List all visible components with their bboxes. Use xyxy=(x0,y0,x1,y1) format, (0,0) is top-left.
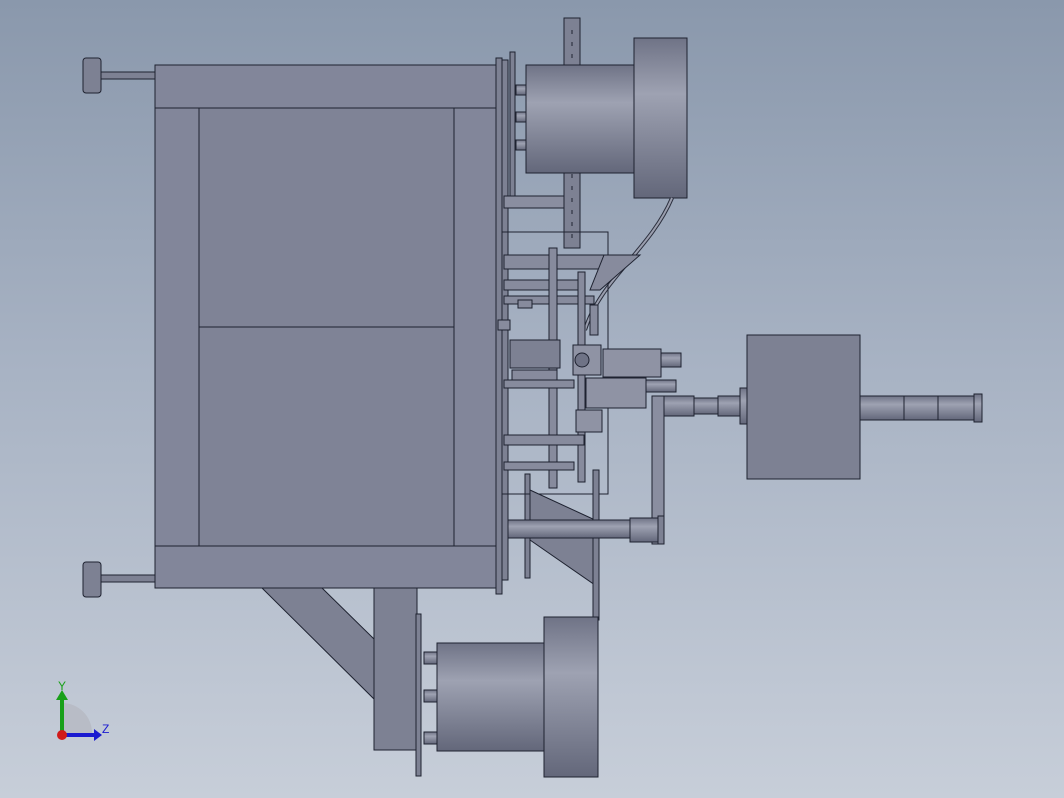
cad-viewport[interactable]: Y Z xyxy=(0,0,1064,798)
gearbox-housing xyxy=(746,334,861,480)
leveling-foot-bottom xyxy=(82,561,157,598)
output-shaft xyxy=(651,387,749,545)
upper-motor xyxy=(515,37,688,199)
y-axis-label: Y xyxy=(58,679,66,693)
drive-shaft xyxy=(859,393,983,423)
support-bracket xyxy=(260,587,422,777)
z-axis-label: Z xyxy=(102,722,109,736)
funnel-hopper xyxy=(507,469,665,621)
leveling-foot-top xyxy=(82,57,157,94)
x-axis-dot xyxy=(57,730,67,740)
gripper-block xyxy=(572,344,682,433)
z-axis-arrowhead xyxy=(94,729,102,741)
axis-triad: Y Z xyxy=(56,679,109,741)
main-cabinet xyxy=(154,64,499,589)
lower-motor xyxy=(423,616,599,778)
cad-model-view[interactable]: Y Z xyxy=(0,0,1064,798)
